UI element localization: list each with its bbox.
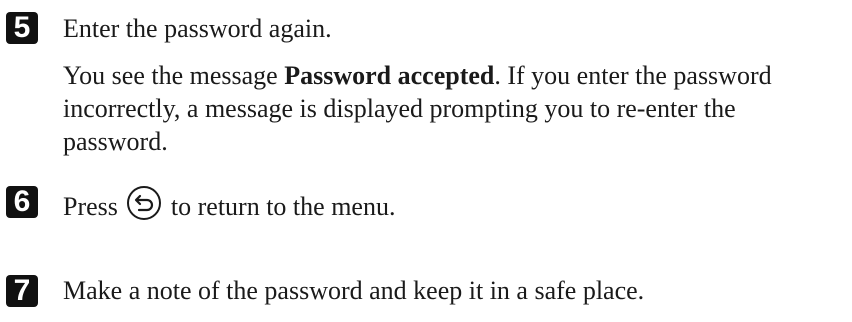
step-detail-paragraph: You see the message Password accepted. I… (63, 59, 843, 158)
return-text: to return to the menu. (170, 192, 396, 221)
back-arrow-circle-icon (126, 185, 162, 221)
step-number-badge: 7 (6, 275, 38, 307)
step-instruction: Make a note of the password and keep it … (63, 276, 645, 305)
press-text: Press (63, 192, 118, 221)
step-number-badge: 6 (6, 186, 38, 218)
step-instruction: Enter the password again. (63, 14, 332, 43)
detail-text-before: You see the message (63, 61, 285, 90)
step-number-badge: 5 (6, 12, 38, 44)
password-accepted-message: Password accepted (284, 61, 495, 90)
step-instruction: Press to return to the menu. (63, 185, 395, 223)
